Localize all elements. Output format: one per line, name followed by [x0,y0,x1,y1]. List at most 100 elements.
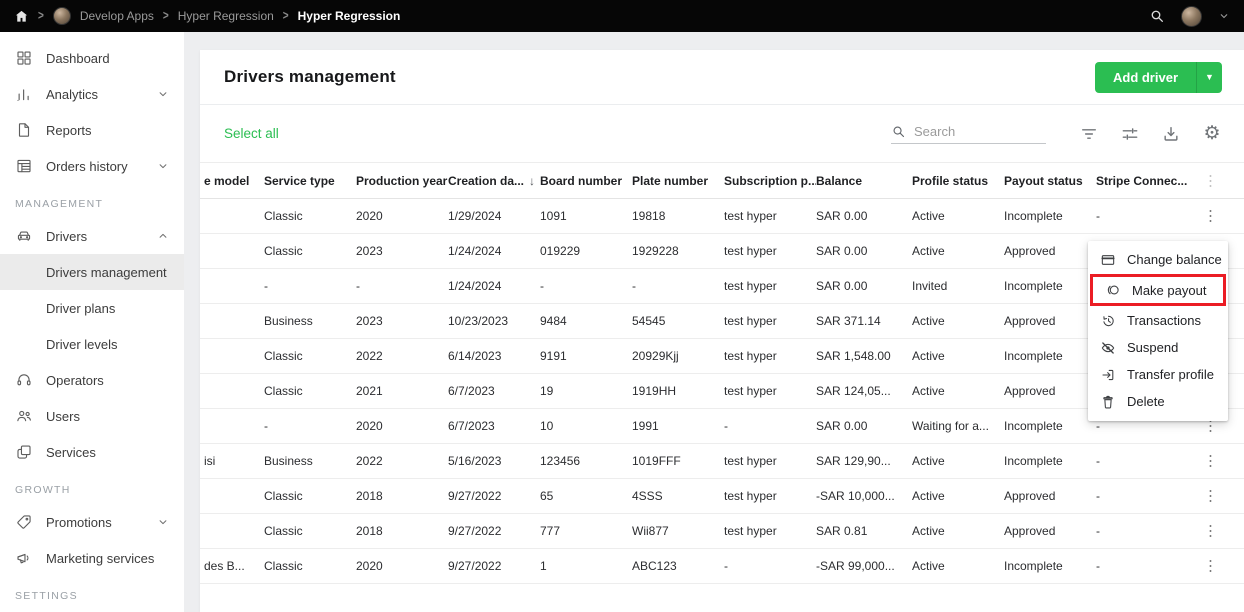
table-row[interactable]: Classic 2018 9/27/2022 777 Wii877 test hyper S… [200,514,1244,549]
cell-subscription-p: test hyper [724,384,777,398]
sidebar-item-drivers[interactable]: Drivers [0,218,184,254]
row-actions-button[interactable]: ⋮ [1199,487,1222,506]
cell-production-year: 2018 [356,489,383,503]
header-actions-button[interactable]: ⋮ [1199,171,1222,190]
sidebar-section-growth: GROWTH [15,484,71,496]
column-header-plate-number[interactable]: Plate number [632,174,724,188]
breadcrumb-parent[interactable]: Hyper Regression [178,9,274,23]
search-box [891,123,1046,144]
chevron-down-icon [156,159,170,173]
column-header-subscription-p[interactable]: Subscription p... [724,174,816,188]
reports-icon [15,121,33,139]
sidebar-item-label: Operators [46,372,104,388]
menu-item-change-balance[interactable]: Change balance [1088,246,1228,273]
table-row[interactable]: des B... Classic 2020 9/27/2022 1 ABC123 - -SAR… [200,549,1244,584]
chevron-down-icon[interactable] [1218,10,1230,22]
sidebar-section-management: MANAGEMENT [15,198,104,210]
table-header-row: e model Service type Production year Creati… [200,162,1244,199]
cell-balance: SAR 0.00 [816,244,868,258]
sidebar-item-label: Users [46,408,80,424]
row-actions-button[interactable]: ⋮ [1199,557,1222,576]
sidebar: Dashboard Analytics Reports Orders history M… [0,32,184,612]
cell-profile-status: Active [912,314,945,328]
cell-profile-status: Active [912,559,945,573]
sidebar-item-label: Drivers [46,228,88,244]
add-driver-button[interactable]: Add driver ▼ [1094,61,1222,93]
add-driver-label: Add driver [1112,69,1178,85]
breadcrumb-separator: > [38,9,44,23]
sidebar-item-analytics[interactable]: Analytics [0,76,184,112]
row-actions-button[interactable]: ⋮ [1199,522,1222,541]
sidebar-item-dashboard[interactable]: Dashboard [0,40,184,76]
cell-stripe-connec: - [1096,489,1100,503]
sidebar-item-reports[interactable]: Reports [0,112,184,148]
cell-subscription-p: test hyper [724,524,777,538]
sidebar-item-driver-plans[interactable]: Driver plans [0,290,184,326]
cell-creation-da: 6/7/2023 [448,419,495,433]
table-row[interactable]: Classic 2020 1/29/2024 1091 19818 test hyper S… [200,199,1244,234]
column-header-service-type[interactable]: Service type [264,174,356,188]
tune-icon[interactable] [1120,124,1140,144]
select-all-link[interactable]: Select all [224,126,279,141]
cell-plate-number: 54545 [632,314,666,328]
column-header-label: Stripe Connec... [1096,173,1188,188]
sidebar-item-label: Orders history [46,158,128,174]
column-header-payout-status[interactable]: Payout status [1004,174,1096,188]
cell-service-type: Classic [264,559,303,573]
cell-service-type: Classic [264,349,303,363]
cell-profile-status: Waiting for a... [912,419,989,433]
menu-item-label: Transfer profile [1127,367,1214,382]
search-icon[interactable] [1149,8,1165,24]
sidebar-item-label: Reports [46,122,92,138]
cell-payout-status: Incomplete [1004,559,1063,573]
table-row[interactable]: Classic 2018 9/27/2022 65 4SSS test hyper -SAR… [200,479,1244,514]
row-actions-button[interactable]: ⋮ [1199,207,1222,226]
cell-production-year: 2023 [356,314,383,328]
column-header-balance[interactable]: Balance [816,174,912,188]
column-header-creation-da[interactable]: Creation da... ↓ [448,174,540,188]
cell-plate-number: 1919HH [632,384,677,398]
sidebar-item-drivers-management[interactable]: Drivers management [0,254,184,290]
drivers-icon [15,227,33,245]
cell-payout-status: Incomplete [1004,454,1063,468]
sidebar-item-operators[interactable]: Operators [0,362,184,398]
cell-subscription-p: test hyper [724,279,777,293]
home-icon[interactable] [14,9,29,24]
sidebar-item-services[interactable]: Services [0,434,184,470]
cell-creation-da: 6/14/2023 [448,349,502,363]
payout-icon [1105,282,1121,298]
breadcrumb-app[interactable]: Develop Apps [80,9,154,23]
filter-icon[interactable] [1079,124,1099,144]
cell-e-model: isi [204,454,216,468]
sidebar-item-promotions[interactable]: Promotions [0,504,184,540]
gear-icon[interactable]: ⚙ [1202,124,1222,144]
column-header-board-number[interactable]: Board number [540,174,632,188]
menu-item-delete[interactable]: Delete [1088,388,1228,415]
column-header-profile-status[interactable]: Profile status [912,174,1004,188]
sidebar-item-users[interactable]: Users [0,398,184,434]
column-header-e-model[interactable]: e model [200,174,264,188]
user-avatar[interactable] [1181,5,1202,27]
sidebar-item-marketing-services[interactable]: Marketing services [0,540,184,576]
table-row[interactable]: isi Business 2022 5/16/2023 123456 1019FFF tes… [200,444,1244,479]
column-header-stripe-connec[interactable]: Stripe Connec... [1096,174,1216,188]
cell-board-number: 19 [540,384,554,398]
row-actions-button[interactable]: ⋮ [1199,452,1222,471]
cell-balance: -SAR 10,000... [816,489,895,503]
cell-board-number: 9484 [540,314,567,328]
download-icon[interactable] [1161,124,1181,144]
column-header-label: Plate number [632,173,709,188]
menu-item-transactions[interactable]: Transactions [1088,307,1228,334]
menu-item-make-payout[interactable]: Make payout [1093,277,1223,303]
menu-item-suspend[interactable]: Suspend [1088,334,1228,361]
sidebar-item-driver-levels[interactable]: Driver levels [0,326,184,362]
delete-icon [1100,394,1116,410]
sidebar-item-orders-history[interactable]: Orders history [0,148,184,184]
menu-item-transfer-profile[interactable]: Transfer profile [1088,361,1228,388]
search-input[interactable] [914,123,1034,139]
column-header-production-year[interactable]: Production year [356,174,448,188]
cell-payout-status: Approved [1004,384,1056,398]
caret-down-icon[interactable]: ▼ [1196,61,1222,93]
services-icon [15,443,33,461]
cell-plate-number: - [632,279,636,293]
